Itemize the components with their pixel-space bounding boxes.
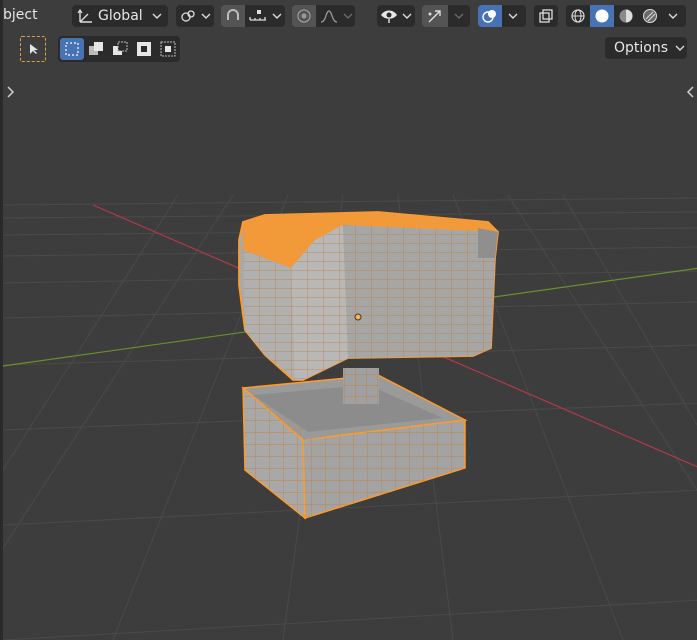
object-origin-dot xyxy=(354,313,362,321)
chevron-down-icon xyxy=(151,5,163,27)
select-tool-button[interactable] xyxy=(20,36,50,62)
options-dropdown[interactable]: Options xyxy=(605,37,687,59)
chevron-down-icon[interactable] xyxy=(342,5,354,27)
pivot-point-icon xyxy=(176,5,200,27)
material-shading-icon[interactable] xyxy=(614,5,638,27)
select-box-invert-icon[interactable] xyxy=(132,38,156,60)
3d-viewport[interactable]: bject Global Options xyxy=(0,0,697,640)
3d-scene[interactable] xyxy=(3,0,697,640)
snap-increment-icon[interactable] xyxy=(245,5,271,27)
xray-toggle[interactable] xyxy=(534,5,558,27)
chevron-down-icon[interactable] xyxy=(271,5,283,27)
select-tool-icon xyxy=(20,36,46,62)
sidebar-expand-icon[interactable] xyxy=(685,85,695,99)
proportional-edit-icon[interactable] xyxy=(292,5,316,27)
visibility-dropdown[interactable] xyxy=(377,5,415,27)
chevron-down-icon[interactable] xyxy=(448,5,470,27)
mode-label[interactable]: bject xyxy=(3,7,38,23)
falloff-curve-icon[interactable] xyxy=(316,5,342,27)
select-box-new-icon[interactable] xyxy=(60,38,84,60)
snap-group[interactable] xyxy=(221,5,285,27)
chevron-down-icon[interactable] xyxy=(662,5,684,27)
select-box-extend-icon[interactable] xyxy=(84,38,108,60)
select-mode-group[interactable] xyxy=(58,36,180,62)
pivot-point-dropdown[interactable] xyxy=(176,5,214,27)
stem-mesh xyxy=(343,368,379,404)
select-box-intersect-icon[interactable] xyxy=(156,38,180,60)
chevron-down-icon xyxy=(674,37,686,59)
transform-orientation-icon xyxy=(72,5,98,27)
solid-shading-icon[interactable] xyxy=(590,5,614,27)
xray-icon[interactable] xyxy=(534,5,558,27)
shading-group[interactable] xyxy=(566,5,686,27)
rendered-shading-icon[interactable] xyxy=(638,5,662,27)
toolbar-expand-icon[interactable] xyxy=(6,85,16,99)
orientation-dropdown[interactable]: Global xyxy=(72,5,168,27)
gizmo-group[interactable] xyxy=(422,5,470,27)
chevron-down-icon[interactable] xyxy=(502,5,524,27)
chevron-down-icon xyxy=(401,5,413,27)
overlay-group[interactable] xyxy=(478,5,526,27)
orientation-label: Global xyxy=(98,8,143,24)
gizmo-icon[interactable] xyxy=(422,5,448,27)
select-box-subtract-icon[interactable] xyxy=(108,38,132,60)
snap-magnet-icon[interactable] xyxy=(221,5,245,27)
proportional-edit-group[interactable] xyxy=(292,5,355,27)
visibility-eye-icon xyxy=(377,5,401,27)
viewport-header: bject Global xyxy=(3,0,697,33)
overlay-icon[interactable] xyxy=(478,5,502,27)
top-box-mesh xyxy=(238,211,499,381)
wireframe-shading-icon[interactable] xyxy=(566,5,590,27)
chevron-down-icon xyxy=(200,5,212,27)
options-label: Options xyxy=(614,40,669,56)
